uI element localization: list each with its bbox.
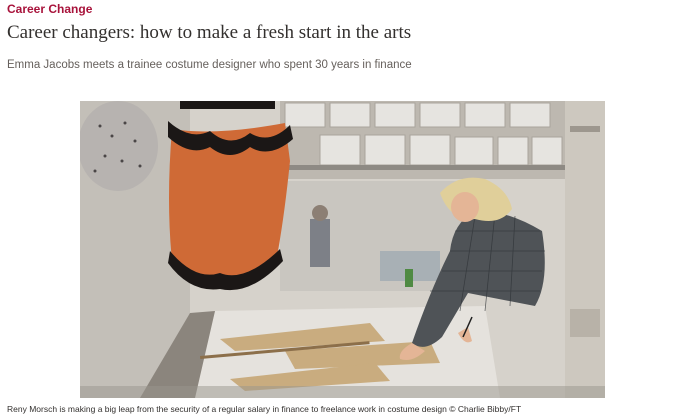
article-headline[interactable]: Career changers: how to make a fresh sta… [7, 22, 411, 44]
article-photo [80, 101, 605, 398]
photo-caption: Reny Morsch is making a big leap from th… [7, 404, 522, 414]
article-kicker[interactable]: Career Change [7, 2, 92, 16]
photo-illustration [80, 101, 605, 398]
article-standfirst: Emma Jacobs meets a trainee costume desi… [7, 59, 412, 71]
